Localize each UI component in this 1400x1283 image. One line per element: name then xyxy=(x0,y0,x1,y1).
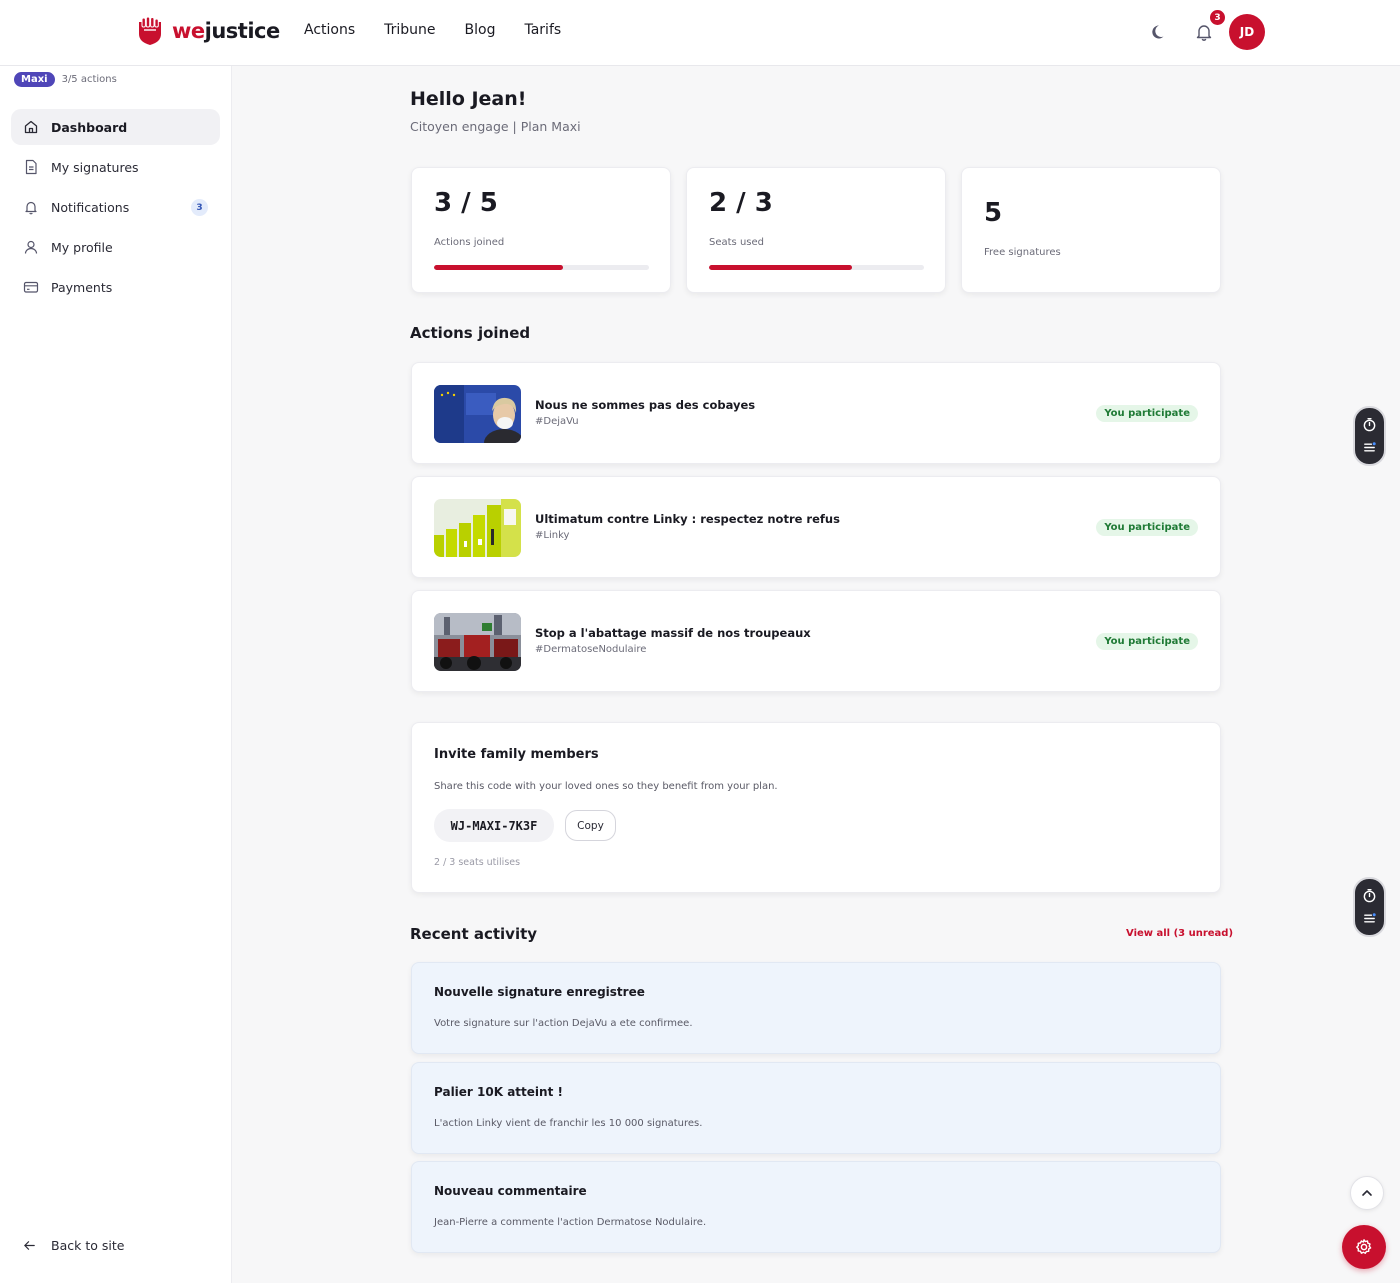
floating-tools-widget[interactable] xyxy=(1353,877,1386,937)
fist-logo-icon xyxy=(139,16,161,45)
activity-section-title: Recent activity xyxy=(410,925,538,943)
stat-card-actions: 3 / 5 Actions joined xyxy=(411,167,671,293)
participation-status-badge: You participate xyxy=(1096,405,1198,422)
back-to-site-link[interactable]: Back to site xyxy=(22,1238,124,1253)
sidebar-item-label: Notifications xyxy=(51,199,130,215)
action-image xyxy=(434,613,521,671)
action-tag: #DermatoseNodulaire xyxy=(535,644,647,655)
arrow-left-icon xyxy=(24,1241,35,1250)
progress-bar xyxy=(434,265,649,270)
plan-action-count: 3/5 actions xyxy=(61,74,117,85)
action-image xyxy=(434,385,521,443)
invite-code[interactable]: WJ-MAXI-7K3F xyxy=(434,809,554,842)
notification-count-badge: 3 xyxy=(1210,10,1225,25)
actions-section-title: Actions joined xyxy=(410,324,531,342)
stat-value: 5 xyxy=(984,198,1003,228)
activity-title: Nouvelle signature enregistree xyxy=(434,985,645,999)
activity-title: Palier 10K atteint ! xyxy=(434,1085,563,1099)
stat-label: Seats used xyxy=(709,237,764,248)
activity-body: L'action Linky vient de franchir les 10 … xyxy=(434,1118,703,1129)
brand-suffix: justice xyxy=(204,19,281,43)
sidebar-item-label: Payments xyxy=(51,279,113,295)
bell-icon xyxy=(25,201,37,215)
nav-link-actions[interactable]: Actions xyxy=(304,22,355,38)
action-thumbnail xyxy=(434,613,521,671)
stat-value: 3 / 5 xyxy=(434,188,498,218)
progress-bar xyxy=(709,265,924,270)
participation-status-badge: You participate xyxy=(1096,633,1198,650)
sidebar: Maxi 3/5 actions Dashboard My signatures… xyxy=(0,66,232,1283)
participation-status-badge: You participate xyxy=(1096,519,1198,536)
sidebar-item-label: Dashboard xyxy=(51,119,128,135)
chevron-up-icon xyxy=(1362,1190,1372,1196)
stat-label: Actions joined xyxy=(434,237,505,248)
card-icon xyxy=(23,281,39,293)
page-title: Hello Jean! xyxy=(410,88,527,110)
activity-item[interactable]: Nouveau commentaire Jean-Pierre a commen… xyxy=(411,1161,1221,1253)
settings-fab-button[interactable] xyxy=(1342,1225,1386,1269)
action-title: Nous ne sommes pas des cobayes xyxy=(535,398,756,412)
bell-icon[interactable] xyxy=(1194,22,1214,42)
sidebar-item-profile[interactable]: My profile xyxy=(11,229,220,265)
stat-card-seats: 2 / 3 Seats used xyxy=(686,167,946,293)
user-icon xyxy=(24,240,38,254)
action-thumbnail xyxy=(434,499,521,557)
action-tag: #DejaVu xyxy=(535,416,579,427)
timer-icon[interactable] xyxy=(1362,417,1377,432)
action-tag: #Linky xyxy=(535,530,570,541)
home-icon xyxy=(24,120,38,134)
notifications-count-badge: 3 xyxy=(191,199,208,216)
action-thumbnail xyxy=(434,385,521,443)
copy-code-button[interactable]: Copy xyxy=(565,810,616,841)
nav-link-blog[interactable]: Blog xyxy=(465,22,496,38)
page-subtitle: Citoyen engage | Plan Maxi xyxy=(410,119,581,134)
sidebar-item-label: My profile xyxy=(51,239,113,255)
action-card-dejavu[interactable]: Nous ne sommes pas des cobayes #DejaVu Y… xyxy=(411,362,1221,464)
progress-bar-fill xyxy=(434,265,563,270)
top-navigation-bar: wejustice Actions Tribune Blog Tarifs 3 … xyxy=(0,0,1400,66)
gear-icon xyxy=(1356,1239,1372,1254)
back-to-site-label: Back to site xyxy=(51,1238,125,1253)
sidebar-item-payments[interactable]: Payments xyxy=(11,269,220,305)
moon-icon[interactable] xyxy=(1150,22,1170,42)
action-title: Stop a l'abattage massif de nos troupeau… xyxy=(535,626,811,640)
activity-title: Nouveau commentaire xyxy=(434,1184,587,1198)
action-card-dermatose[interactable]: Stop a l'abattage massif de nos troupeau… xyxy=(411,590,1221,692)
sidebar-item-signatures[interactable]: My signatures xyxy=(11,149,220,185)
main-nav: Actions Tribune Blog Tarifs xyxy=(304,22,561,38)
action-title: Ultimatum contre Linky : respectez notre… xyxy=(535,512,840,526)
stat-value: 2 / 3 xyxy=(709,188,773,218)
invite-description: Share this code with your loved ones so … xyxy=(434,781,778,792)
sidebar-item-label: My signatures xyxy=(51,159,139,175)
list-icon[interactable] xyxy=(1362,440,1377,455)
brand-logo[interactable]: wejustice xyxy=(136,16,280,46)
activity-item[interactable]: Palier 10K atteint ! L'action Linky vien… xyxy=(411,1062,1221,1154)
plan-indicator: Maxi 3/5 actions xyxy=(14,72,117,87)
plan-badge: Maxi xyxy=(14,72,55,87)
action-image xyxy=(434,499,521,557)
activity-body: Votre signature sur l'action DejaVu a et… xyxy=(434,1018,693,1029)
user-avatar[interactable]: JD xyxy=(1229,14,1265,50)
invite-family-card: Invite family members Share this code wi… xyxy=(411,722,1221,893)
action-card-linky[interactable]: Ultimatum contre Linky : respectez notre… xyxy=(411,476,1221,578)
activity-item[interactable]: Nouvelle signature enregistree Votre sig… xyxy=(411,962,1221,1054)
document-icon xyxy=(25,159,37,175)
progress-bar-fill xyxy=(709,265,853,270)
stat-card-free-signatures: 5 Free signatures xyxy=(961,167,1221,293)
sidebar-item-notifications[interactable]: Notifications 3 xyxy=(11,189,220,225)
view-all-activity-link[interactable]: View all (3 unread) xyxy=(1126,928,1233,939)
brand-prefix: we xyxy=(172,19,205,43)
seats-used-note: 2 / 3 seats utilises xyxy=(434,857,521,868)
sidebar-item-dashboard[interactable]: Dashboard xyxy=(11,109,220,145)
stat-label: Free signatures xyxy=(984,247,1061,258)
invite-title: Invite family members xyxy=(434,747,599,762)
activity-body: Jean-Pierre a commente l'action Dermatos… xyxy=(434,1217,707,1228)
list-icon[interactable] xyxy=(1362,911,1377,926)
brand-wordmark: wejustice xyxy=(172,19,280,43)
nav-link-tarifs[interactable]: Tarifs xyxy=(524,22,561,38)
floating-tools-widget[interactable] xyxy=(1353,406,1386,466)
nav-link-tribune[interactable]: Tribune xyxy=(384,22,435,38)
timer-icon[interactable] xyxy=(1362,888,1377,903)
scroll-to-top-button[interactable] xyxy=(1350,1176,1384,1210)
